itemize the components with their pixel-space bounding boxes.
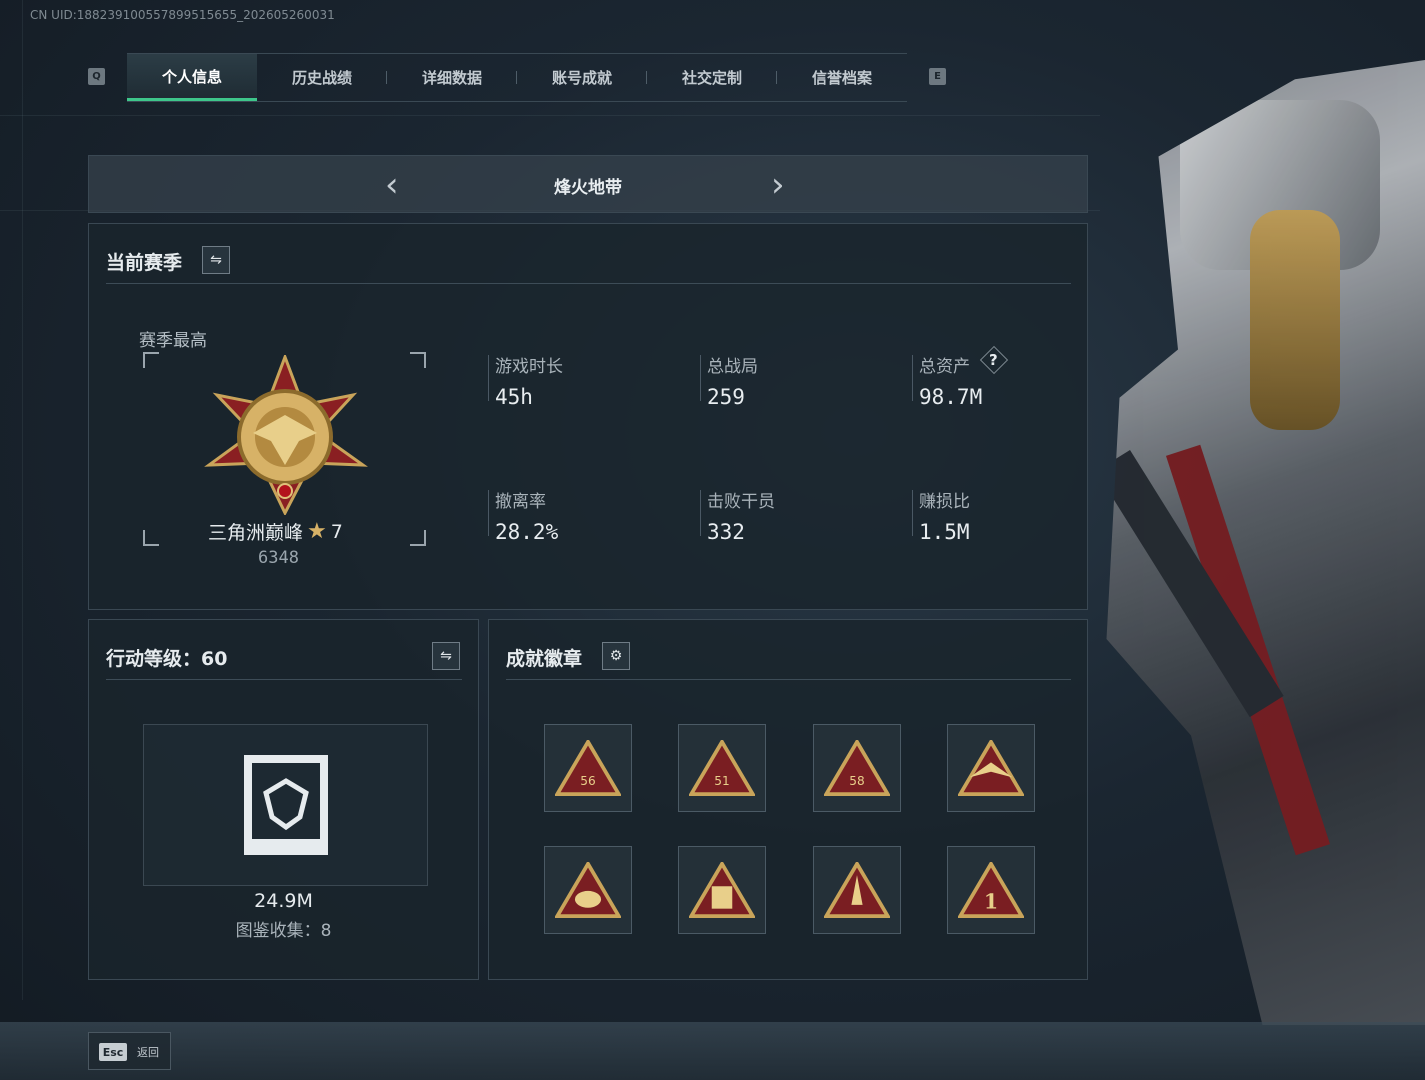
tab-detailed-data[interactable]: 详细数据: [387, 54, 517, 101]
bg-grid-line: [0, 115, 1100, 116]
svg-text:1: 1: [984, 890, 998, 914]
badge-soldiers-icon: [689, 862, 755, 918]
divider: [106, 679, 462, 680]
frame-corner: [410, 352, 426, 368]
rank-medal-icon: [204, 355, 368, 515]
rank-name-row: 三角洲巅峰 ★ 7: [208, 518, 343, 545]
season-title: 当前赛季: [106, 252, 183, 274]
divider: [506, 679, 1071, 680]
badge-shell-icon: [555, 862, 621, 918]
divider: [106, 283, 1071, 284]
tab-history[interactable]: 历史战绩: [257, 54, 387, 101]
tab-prev-key-hint[interactable]: Q: [88, 68, 105, 85]
achievements-settings-button[interactable]: ⚙: [602, 642, 630, 670]
rank-stars: 7: [330, 520, 343, 543]
mode-title: 烽火地带: [554, 178, 622, 198]
back-button[interactable]: Esc 返回: [88, 1032, 171, 1070]
rank-name: 三角洲巅峰: [208, 522, 304, 544]
bottom-band: [0, 1022, 1425, 1080]
stat-divider: [488, 490, 489, 536]
svg-text:58: 58: [849, 774, 864, 788]
badge-winged-icon: [958, 740, 1024, 796]
collection-value: 24.9M: [254, 890, 313, 912]
stat-total-matches-label: 总战局: [707, 357, 758, 377]
tab-personal-info[interactable]: 个人信息: [127, 54, 257, 101]
tab-next-key-hint[interactable]: E: [929, 68, 946, 85]
stat-total-assets-label: 总资产: [919, 357, 970, 377]
tab-reputation[interactable]: 信誉档案: [777, 54, 907, 101]
tab-bar: 个人信息 历史战绩 详细数据 账号成就 社交定制 信誉档案: [127, 53, 907, 102]
mode-next-arrow-icon[interactable]: ›: [771, 168, 785, 202]
tab-account-achievements[interactable]: 账号成就: [517, 54, 647, 101]
stat-total-assets-value: 98.7M: [919, 385, 983, 409]
collection-label: 图鉴收集：8: [235, 921, 332, 941]
stat-playtime-label: 游戏时长: [495, 357, 563, 377]
help-icon-glyph: ?: [989, 351, 998, 369]
gear-icon: ⚙: [609, 648, 623, 664]
achievements-title: 成就徽章: [506, 648, 583, 670]
stat-extract-rate-value: 28.2%: [495, 520, 559, 544]
tab-social-custom[interactable]: 社交定制: [647, 54, 777, 101]
achievement-badge[interactable]: [947, 724, 1035, 812]
back-label: 返回: [137, 1046, 159, 1059]
achievement-badge[interactable]: 1: [947, 846, 1035, 934]
achievement-badge[interactable]: [678, 846, 766, 934]
stat-divider: [912, 355, 913, 401]
rank-score: 6348: [258, 548, 299, 568]
stat-divider: [700, 355, 701, 401]
achievement-badge[interactable]: 58: [813, 724, 901, 812]
stat-playtime-value: 45h: [495, 385, 533, 409]
season-switch-button[interactable]: ⇋: [202, 246, 230, 274]
stat-kills-value: 332: [707, 520, 745, 544]
swap-icon: ⇋: [210, 252, 222, 268]
esc-key-hint: Esc: [99, 1043, 127, 1061]
badge-58-icon: 58: [824, 740, 890, 796]
stat-profit-ratio-label: 赚损比: [919, 492, 970, 512]
stat-divider: [488, 355, 489, 401]
stat-kills-label: 击败干员: [707, 492, 775, 512]
svg-text:56: 56: [580, 774, 595, 788]
bg-grid-line: [22, 0, 23, 1000]
stat-profit-ratio-value: 1.5M: [919, 520, 970, 544]
operator-character-art: [1106, 60, 1425, 1025]
collection-vault-icon: [244, 755, 328, 855]
frame-corner: [143, 530, 159, 546]
achievement-badge[interactable]: [544, 846, 632, 934]
badge-51-icon: 51: [689, 740, 755, 796]
season-best-label: 赛季最高: [139, 331, 207, 351]
achievement-badge[interactable]: 51: [678, 724, 766, 812]
achievement-badge[interactable]: 56: [544, 724, 632, 812]
frame-corner: [410, 530, 426, 546]
rank-star-icon: ★: [307, 519, 327, 544]
badge-rocket-icon: [824, 862, 890, 918]
uid-text: CN UID:18823910055789951565​5_2026052600…: [30, 8, 335, 22]
stat-extract-rate-label: 撤离率: [495, 492, 546, 512]
frame-corner: [143, 352, 159, 368]
svg-text:51: 51: [714, 774, 729, 788]
collection-card[interactable]: [143, 724, 428, 886]
mode-selector: ‹ 烽火地带 ›: [88, 155, 1088, 213]
action-level-title: 行动等级：60: [106, 648, 228, 670]
action-switch-button[interactable]: ⇋: [432, 642, 460, 670]
stat-divider: [700, 490, 701, 536]
swap-icon: ⇋: [440, 648, 452, 664]
badge-56-icon: 56: [555, 740, 621, 796]
badge-number-one-icon: 1: [958, 862, 1024, 918]
achievement-badge[interactable]: [813, 846, 901, 934]
stat-divider: [912, 490, 913, 536]
stat-total-matches-value: 259: [707, 385, 745, 409]
